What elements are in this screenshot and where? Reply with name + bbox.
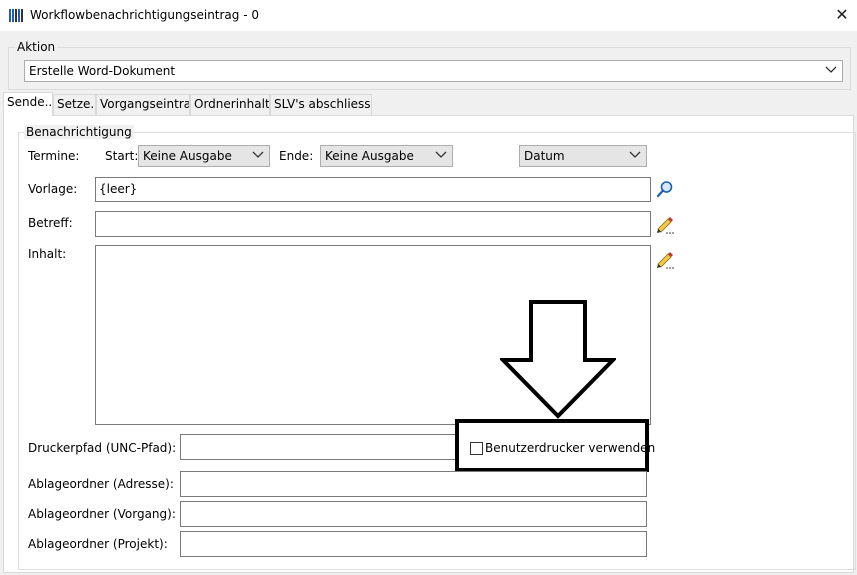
- vorlage-field[interactable]: {leer}: [95, 177, 651, 202]
- aktion-select-value: Erstelle Word-Dokument: [29, 64, 176, 78]
- tab-setzen[interactable]: Setze...: [53, 94, 96, 115]
- datum-select[interactable]: Datum: [519, 145, 647, 167]
- start-select[interactable]: Keine Ausgabe: [138, 145, 270, 167]
- tab-vorgangseintrag[interactable]: Vorgangseintrag: [96, 94, 190, 115]
- ende-select-value: Keine Ausgabe: [325, 149, 414, 163]
- ablage-vorgang-field[interactable]: [180, 501, 647, 527]
- vorlage-value: {leer}: [99, 182, 138, 196]
- chevron-down-icon: [435, 146, 447, 166]
- app-icon: [9, 9, 23, 22]
- vorlage-label: Vorlage:: [28, 182, 78, 196]
- pencil-icon[interactable]: [655, 249, 675, 269]
- benachrichtigung-legend: Benachrichtigung: [24, 125, 134, 139]
- window-title: Workflowbenachrichtigungseintrag - 0: [30, 8, 259, 22]
- datum-select-value: Datum: [524, 149, 565, 163]
- ablage-projekt-field[interactable]: [180, 531, 647, 557]
- inhalt-label: Inhalt:: [28, 247, 67, 261]
- betreff-label: Betreff:: [28, 216, 73, 230]
- termine-label: Termine:: [28, 149, 80, 163]
- tab-slv-abschliessen[interactable]: SLV's abschliessen: [270, 94, 372, 115]
- ablage-vorgang-label: Ablageordner (Vorgang):: [28, 507, 176, 521]
- tab-senden[interactable]: Sende...: [3, 92, 53, 116]
- tab-ordnerinhalte[interactable]: Ordnerinhalte: [190, 94, 270, 115]
- chevron-down-icon: [629, 146, 641, 166]
- ablage-adresse-field[interactable]: [180, 471, 647, 497]
- chevron-down-icon: [252, 146, 264, 166]
- ende-select[interactable]: Keine Ausgabe: [320, 145, 453, 167]
- close-icon[interactable]: ✕: [833, 6, 851, 24]
- aktion-legend: Aktion: [15, 40, 58, 54]
- betreff-field[interactable]: [95, 211, 651, 237]
- search-icon[interactable]: [656, 180, 674, 198]
- ende-label: Ende:: [279, 149, 314, 163]
- aktion-select[interactable]: Erstelle Word-Dokument: [24, 60, 843, 82]
- benutzerdrucker-label[interactable]: Benutzerdrucker verwenden: [485, 441, 655, 455]
- pencil-icon[interactable]: [655, 214, 675, 234]
- druckerpfad-label: Druckerpfad (UNC-Pfad):: [28, 441, 177, 455]
- ablage-adresse-label: Ablageordner (Adresse):: [28, 477, 174, 491]
- ablage-projekt-label: Ablageordner (Projekt):: [28, 537, 168, 551]
- start-select-value: Keine Ausgabe: [143, 149, 232, 163]
- benutzerdrucker-checkbox[interactable]: [470, 442, 483, 455]
- start-label: Start:: [105, 149, 139, 163]
- druckerpfad-field[interactable]: [180, 434, 465, 460]
- chevron-down-icon: [825, 61, 837, 81]
- arrow-down-annotation: [498, 299, 618, 419]
